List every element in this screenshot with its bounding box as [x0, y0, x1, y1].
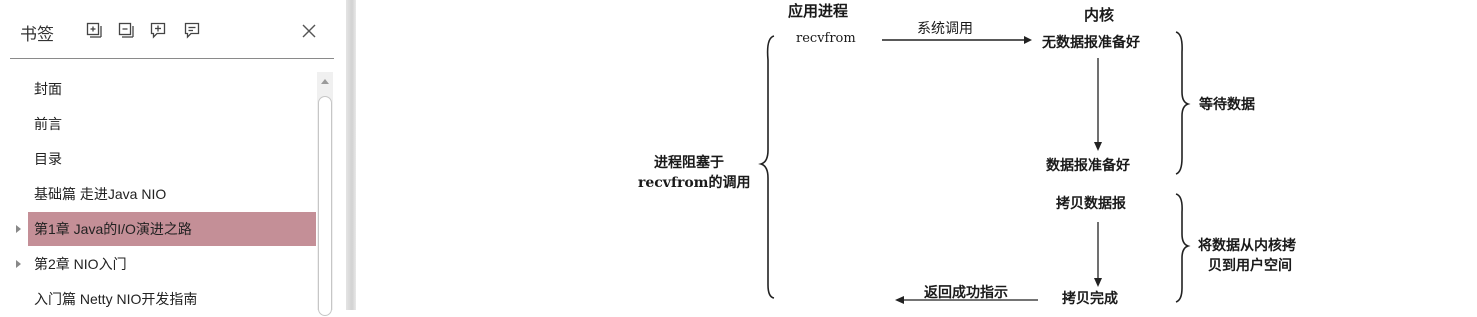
- bookmark-panel: 书签 封面 前言 目录 基础篇 走进Java NIO 第1章 Java的I/O演…: [0, 0, 346, 316]
- header-divider: [10, 58, 334, 59]
- bookmark-item-intro-part[interactable]: 入门篇 Netty NIO开发指南: [0, 282, 316, 317]
- bookmark-item-label: 封面: [34, 81, 62, 97]
- bookmark-item-cover[interactable]: 封面: [0, 72, 316, 107]
- document-page: 应用进程 内核 recvfrom 系统调用 无数据报准备好 等待数据 进程阻塞于…: [356, 0, 1477, 310]
- syscall-label: 系统调用: [917, 21, 973, 37]
- wait-arrowhead: [1094, 142, 1102, 151]
- copy-to-user-line2: 贝到用户空间: [1208, 258, 1292, 274]
- copy-arrowhead: [1094, 278, 1102, 287]
- bookmark-item-contents[interactable]: 目录: [0, 142, 316, 177]
- no-datagram-label: 无数据报准备好: [1042, 35, 1140, 51]
- blocked-label-line2: recvfrom的调用: [638, 175, 751, 191]
- bookmark-item-label: 基础篇 走进Java NIO: [34, 186, 167, 202]
- bookmark-item-label: 第1章 Java的I/O演进之路: [34, 221, 192, 237]
- bookmark-item-label: 前言: [34, 116, 62, 132]
- add-bookmark-icon[interactable]: [148, 20, 168, 40]
- return-success-label: 返回成功指示: [924, 285, 1008, 301]
- panel-splitter[interactable]: [346, 0, 356, 310]
- kernel-heading: 内核: [1084, 6, 1115, 24]
- copy-done-label: 拷贝完成: [1062, 291, 1118, 307]
- bookmark-panel-title: 书签: [20, 25, 54, 44]
- copy-to-user-line1: 将数据从内核拷: [1198, 238, 1296, 254]
- close-icon[interactable]: [300, 22, 318, 40]
- right-brace-wait: [1175, 31, 1191, 175]
- app-process-heading: 应用进程: [788, 2, 849, 20]
- scroll-up-arrow-icon[interactable]: [317, 72, 333, 92]
- scroll-thumb[interactable]: [318, 96, 332, 316]
- bookmark-item-label: 第2章 NIO入门: [34, 256, 127, 272]
- bookmark-comment-icon[interactable]: [182, 20, 202, 40]
- blocked-label-line1: 进程阻塞于: [654, 155, 724, 171]
- expand-arrow-icon[interactable]: [16, 260, 21, 268]
- bookmark-scrollbar[interactable]: [317, 72, 333, 316]
- copy-datagram-label: 拷贝数据报: [1056, 196, 1126, 212]
- collapse-all-icon[interactable]: [116, 20, 136, 40]
- expand-arrow-icon[interactable]: [16, 225, 21, 233]
- left-brace: [758, 35, 775, 299]
- bookmark-item-label: 目录: [34, 151, 62, 167]
- bookmark-item-basics[interactable]: 基础篇 走进Java NIO: [0, 177, 316, 212]
- expand-all-icon[interactable]: [84, 20, 104, 40]
- wait-data-label: 等待数据: [1199, 97, 1255, 113]
- recvfrom-label: recvfrom: [796, 31, 856, 46]
- return-arrowhead: [895, 296, 904, 304]
- bookmark-list: 封面 前言 目录 基础篇 走进Java NIO 第1章 Java的I/O演进之路…: [0, 72, 316, 317]
- right-brace-copy: [1175, 193, 1191, 303]
- bookmark-item-chapter-1[interactable]: 第1章 Java的I/O演进之路: [0, 212, 316, 247]
- datagram-ready-label: 数据报准备好: [1046, 158, 1130, 174]
- bookmark-item-chapter-2[interactable]: 第2章 NIO入门: [0, 247, 316, 282]
- bookmark-item-label: 入门篇 Netty NIO开发指南: [34, 291, 198, 307]
- syscall-arrowhead: [1024, 36, 1032, 44]
- io-model-diagram: [758, 31, 1191, 304]
- bookmark-panel-header: 书签: [0, 0, 346, 60]
- bookmark-item-preface[interactable]: 前言: [0, 107, 316, 142]
